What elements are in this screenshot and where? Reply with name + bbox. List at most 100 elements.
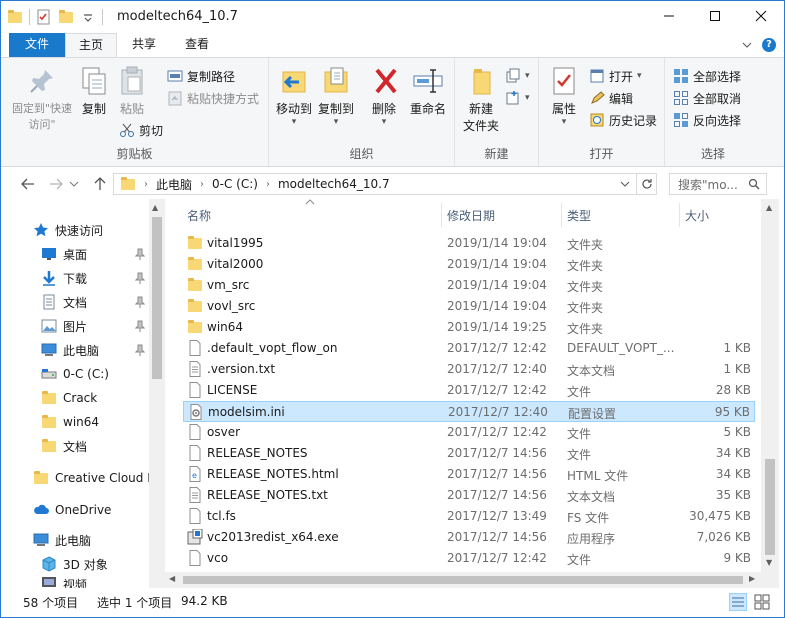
easy-access-button[interactable]: ▾ [505, 88, 530, 108]
tab-share[interactable]: 共享 [117, 33, 171, 57]
pin-icon[interactable] [134, 296, 146, 308]
scroll-right-icon[interactable]: ▶ [749, 574, 755, 583]
file-list-scrollbar-thumb[interactable] [765, 459, 775, 555]
copy-button[interactable]: 复制 [77, 64, 111, 118]
properties-button[interactable]: 属性 ▾ [545, 64, 583, 127]
file-list-scrollbar[interactable]: ▲ ▼ [761, 199, 779, 588]
column-date[interactable]: 修改日期 [447, 207, 495, 224]
file-row[interactable]: osver 2017/12/7 12:42 文件 5 KB [183, 422, 755, 443]
minimize-button[interactable] [646, 1, 692, 31]
delete-button[interactable]: 删除 ▾ [369, 64, 399, 127]
nav-videos[interactable]: 视频 [41, 575, 149, 588]
nav-creative-cloud[interactable]: Creative Cloud F [33, 467, 149, 489]
help-icon[interactable]: ? [762, 38, 776, 52]
horizontal-scrollbar[interactable]: ◀ ▶ [165, 572, 761, 588]
recent-locations-button[interactable] [67, 175, 81, 193]
file-row[interactable]: vital1995 2019/1/14 19:04 文件夹 [183, 233, 755, 254]
chevron-down-icon[interactable] [742, 40, 752, 50]
rename-button[interactable]: 重命名 [407, 64, 449, 118]
file-row[interactable]: vc2013redist_x64.exe 2017/12/7 14:56 应用程序 7… [183, 527, 755, 548]
horizontal-scrollbar-thumb[interactable] [183, 576, 743, 584]
scroll-left-icon[interactable]: ◀ [169, 574, 175, 583]
nav-item-downloads[interactable]: 下载 [41, 267, 149, 289]
up-button[interactable] [89, 175, 111, 193]
address-bar[interactable]: › 此电脑 › 0-C (C:) › modeltech64_10.7 [113, 173, 657, 195]
close-button[interactable] [738, 1, 784, 31]
file-row[interactable]: vco 2017/12/7 12:42 文件 9 KB [183, 548, 755, 569]
file-row[interactable]: tcl.fs 2017/12/7 13:49 FS 文件 30,475 KB [183, 506, 755, 527]
nav-3d-objects[interactable]: 3D 对象 [41, 553, 149, 575]
file-row[interactable]: RELEASE_NOTES 2017/12/7 14:56 文件 34 KB [183, 443, 755, 464]
nav-quick-access[interactable]: 快速访问 [33, 219, 149, 241]
file-row[interactable]: vm_src 2019/1/14 19:04 文件夹 [183, 275, 755, 296]
paste-button[interactable]: 粘贴 [115, 64, 149, 118]
large-icons-view-button[interactable] [753, 593, 771, 614]
pin-icon[interactable] [134, 248, 146, 260]
history-button[interactable]: 历史记录 [589, 110, 657, 130]
nav-item-crack[interactable]: Crack [41, 387, 149, 409]
file-row[interactable]: win64 2019/1/14 19:25 文件夹 [183, 317, 755, 338]
properties-icon[interactable] [36, 9, 52, 25]
details-view-button[interactable] [729, 593, 747, 614]
new-folder-icon[interactable] [58, 9, 74, 25]
nav-item-this-pc-pinned[interactable]: 此电脑 [41, 339, 149, 361]
tab-view[interactable]: 查看 [171, 33, 223, 57]
back-button[interactable] [17, 175, 39, 193]
select-all-button[interactable]: 全部选择 [673, 66, 741, 86]
nav-item-doc-folder[interactable]: 文档 [41, 435, 149, 457]
open-button[interactable]: 打开 ▾ [589, 66, 642, 86]
scroll-up-icon[interactable]: ▲ [766, 203, 772, 212]
cut-button[interactable]: 剪切 [119, 120, 163, 140]
column-size[interactable]: 大小 [685, 207, 709, 224]
nav-onedrive[interactable]: OneDrive [33, 499, 149, 521]
column-type[interactable]: 类型 [567, 207, 591, 224]
scroll-down-icon[interactable]: ▼ [766, 558, 772, 567]
file-row[interactable]: vital2000 2019/1/14 19:04 文件夹 [183, 254, 755, 275]
new-folder-button[interactable]: 新建 文件夹 [459, 64, 503, 135]
pin-icon[interactable] [134, 320, 146, 332]
pin-icon[interactable] [134, 272, 146, 284]
file-row[interactable]: RELEASE_NOTES.txt 2017/12/7 14:56 文本文档 35 K… [183, 485, 755, 506]
nav-item-win64[interactable]: win64 [41, 411, 149, 433]
documents-icon [41, 294, 57, 310]
nav-scrollbar[interactable]: ▲ [149, 199, 165, 588]
column-name[interactable]: 名称 [187, 207, 211, 224]
breadcrumb-drive[interactable]: 0-C (C:) [212, 177, 258, 191]
move-to-button[interactable]: 移动到 ▾ [275, 64, 313, 127]
file-row[interactable]: .default_vopt_flow_on 2017/12/7 12:42 DEFA… [183, 338, 755, 359]
breadcrumb-current[interactable]: modeltech64_10.7 [278, 177, 390, 191]
chevron-right-icon[interactable]: › [200, 179, 204, 190]
refresh-button[interactable] [636, 174, 656, 194]
nav-this-pc[interactable]: 此电脑 [33, 529, 149, 551]
scroll-up-icon[interactable]: ▲ [152, 203, 158, 212]
new-item-button[interactable]: ▾ [505, 66, 530, 86]
nav-item-desktop[interactable]: 桌面 [41, 243, 149, 265]
copy-path-button[interactable]: 复制路径 [167, 66, 235, 86]
file-row[interactable]: LICENSE 2017/12/7 12:42 文件 28 KB [183, 380, 755, 401]
file-row[interactable]: .version.txt 2017/12/7 12:40 文本文档 1 KB [183, 359, 755, 380]
edit-button[interactable]: 编辑 [589, 88, 633, 108]
search-box[interactable]: 搜索"mo... [669, 173, 767, 195]
select-none-button[interactable]: 全部取消 [673, 88, 741, 108]
nav-scrollbar-thumb[interactable] [152, 217, 162, 379]
file-row[interactable]: e RELEASE_NOTES.html 2017/12/7 14:56 HTML 文… [183, 464, 755, 485]
nav-item-documents[interactable]: 文档 [41, 291, 149, 313]
tab-file[interactable]: 文件 [9, 33, 65, 57]
chevron-right-icon[interactable]: › [144, 179, 148, 190]
chevron-right-icon[interactable]: › [266, 179, 270, 190]
nav-item-drive-c[interactable]: 0-C (C:) [41, 363, 149, 385]
breadcrumb-this-pc[interactable]: 此电脑 [156, 176, 192, 193]
address-history-icon[interactable] [620, 178, 630, 192]
paste-shortcut-button[interactable]: 粘贴快捷方式 [167, 88, 259, 108]
nav-item-pictures[interactable]: 图片 [41, 315, 149, 337]
file-row[interactable]: vovl_src 2019/1/14 19:04 文件夹 [183, 296, 755, 317]
pin-icon[interactable] [134, 344, 146, 356]
forward-button[interactable] [45, 175, 67, 193]
pin-quick-access-button[interactable]: 固定到"快速访问" [9, 64, 75, 133]
customize-toolbar-icon[interactable] [80, 9, 96, 25]
file-row[interactable]: modelsim.ini 2017/12/7 12:40 配置设置 95 KB [183, 401, 755, 422]
maximize-button[interactable] [692, 1, 738, 31]
invert-selection-button[interactable]: 反向选择 [673, 110, 741, 130]
copy-to-button[interactable]: 复制到 ▾ [317, 64, 355, 127]
tab-home[interactable]: 主页 [65, 33, 117, 58]
